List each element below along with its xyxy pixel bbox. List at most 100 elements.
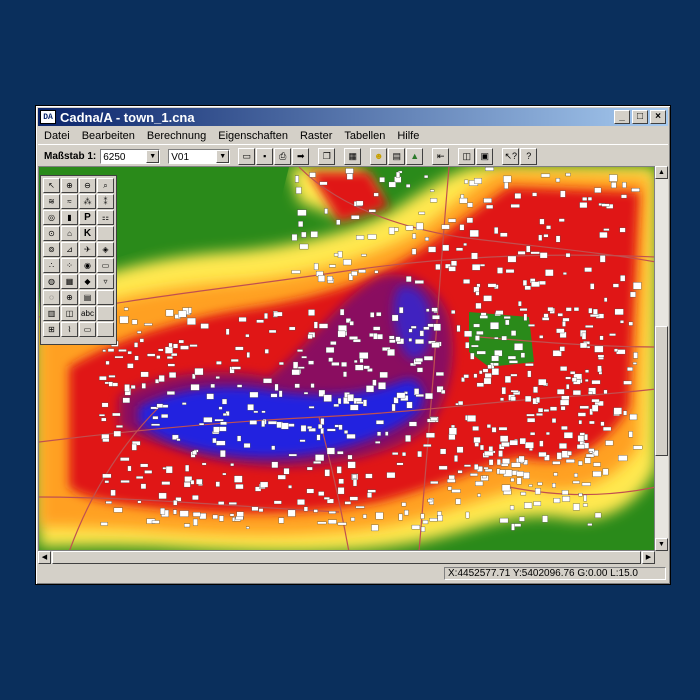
close-button[interactable]: × [650,110,666,124]
measure-icon[interactable]: ◈ [97,242,114,257]
building [194,368,204,376]
horizontal-scroll-thumb[interactable] [52,551,641,564]
scroll-up-icon[interactable]: ▲ [655,166,668,179]
building [214,418,224,422]
zoom-out-icon[interactable]: ⊖ [79,178,96,193]
blank2-icon[interactable] [97,306,114,321]
figure-icon[interactable]: ⌇ [61,322,78,337]
open-icon[interactable]: ▭ [238,147,256,165]
calculator-icon[interactable]: ▦ [344,147,362,165]
line-source-icon[interactable]: ≈ [61,194,78,209]
chevron-down-icon[interactable]: ▼ [146,149,160,163]
building [373,326,381,331]
sound-icon[interactable]: ◎ [43,210,60,225]
building [507,255,517,263]
menu-eigenschaften[interactable]: Eigenschaften [212,130,294,142]
building [504,181,509,189]
road-icon[interactable]: ⌂ [61,226,78,241]
copy-icon[interactable]: ❐ [318,147,336,165]
variant-combo[interactable]: V01 ▼ [168,148,231,164]
db-icon[interactable]: ◫ [61,306,78,321]
menu-datei[interactable]: Datei [38,130,76,142]
blank3-icon[interactable] [97,322,114,337]
sign-icon[interactable]: ▭ [79,322,96,337]
building [523,313,528,321]
building [600,421,605,427]
area-source-icon[interactable]: ⁂ [79,194,96,209]
pointer-icon[interactable]: ↖ [43,178,60,193]
keyword-icon[interactable]: K [79,226,96,241]
target-icon[interactable]: ◉ [79,258,96,273]
empty-tool-icon[interactable] [97,226,114,241]
traffic-light-icon[interactable]: ▮ [61,210,78,225]
menu-bearbeiten[interactable]: Bearbeiten [76,130,141,142]
building [347,461,356,469]
triangle-icon[interactable]: ▿ [97,274,114,289]
app-icon[interactable]: DA [40,110,56,124]
table-icon[interactable]: ▥ [43,306,60,321]
scatter-icon[interactable]: ⁘ [61,258,78,273]
text-icon[interactable]: abc [79,306,96,321]
grid-icon[interactable]: ▤ [388,147,406,165]
building [502,458,510,465]
railway-icon[interactable]: ⚏ [97,210,114,225]
dense-source-icon[interactable]: ⁑ [97,194,114,209]
landscape-icon[interactable]: ▲ [406,147,424,165]
save-icon[interactable]: ▪ [256,147,274,165]
zoom-window-icon[interactable]: ⌕ [97,178,114,193]
parking-icon[interactable]: P [79,210,96,225]
point-source-icon[interactable]: ≋ [43,194,60,209]
horizontal-scrollbar[interactable]: ◀ ▶ [38,551,655,564]
building [306,488,315,494]
building [105,360,110,365]
picture-icon[interactable]: ▣ [476,147,494,165]
building [422,520,429,525]
zoom-in-icon[interactable]: ⊕ [61,178,78,193]
noise-map-canvas[interactable] [38,166,655,551]
chevron-down-icon[interactable]: ▼ [216,149,230,163]
smiley-icon[interactable]: ☻ [370,147,388,165]
blank-icon[interactable] [97,290,114,305]
minimize-button[interactable]: _ [614,110,630,124]
scroll-right-icon[interactable]: ▶ [642,551,655,564]
title-bar[interactable]: DA Cadna/A - town_1.cna _ □ × [38,108,668,126]
box-icon[interactable]: ▦ [61,274,78,289]
building [522,279,528,286]
print-icon[interactable]: ⎙ [274,147,292,165]
map-icon[interactable]: ◫ [458,147,476,165]
circle-icon[interactable]: ⊚ [43,242,60,257]
building [537,482,543,486]
points-icon[interactable]: ∴ [43,258,60,273]
vertical-scrollbar[interactable]: ▲ ▼ [655,166,668,551]
scroll-left-icon[interactable]: ◀ [38,551,51,564]
building [201,462,207,466]
maximize-button[interactable]: □ [632,110,648,124]
receiver-icon[interactable]: ⊞ [43,322,60,337]
building [464,330,473,337]
bus-icon[interactable]: ▭ [97,258,114,273]
building [588,391,593,395]
highlight-icon[interactable]: ◆ [79,274,96,289]
ring-icon[interactable]: ◌ [43,290,60,305]
arrow-icon[interactable]: ➡ [292,147,310,165]
building [291,369,300,376]
building [504,375,512,383]
exit-icon[interactable]: ⇤ [432,147,450,165]
globe-icon[interactable]: ⊕ [61,290,78,305]
vertical-scroll-thumb[interactable] [655,326,668,456]
edit-icon[interactable]: ⊿ [61,242,78,257]
building [430,198,438,203]
menu-tabellen[interactable]: Tabellen [338,130,391,142]
scroll-down-icon[interactable]: ▼ [655,538,668,551]
scale-combo[interactable]: 6250 ▼ [100,148,161,164]
cylinder-icon[interactable]: ◍ [43,274,60,289]
menu-hilfe[interactable]: Hilfe [391,130,425,142]
building [483,295,492,302]
menu-berechnung[interactable]: Berechnung [141,130,212,142]
flight-icon[interactable]: ✈ [79,242,96,257]
speed-limit-icon[interactable]: ⊙ [43,226,60,241]
layers-icon[interactable]: ▤ [79,290,96,305]
help-icon[interactable]: ? [520,147,538,165]
menu-raster[interactable]: Raster [294,130,338,142]
context-help-icon[interactable]: ↖? [502,147,520,165]
